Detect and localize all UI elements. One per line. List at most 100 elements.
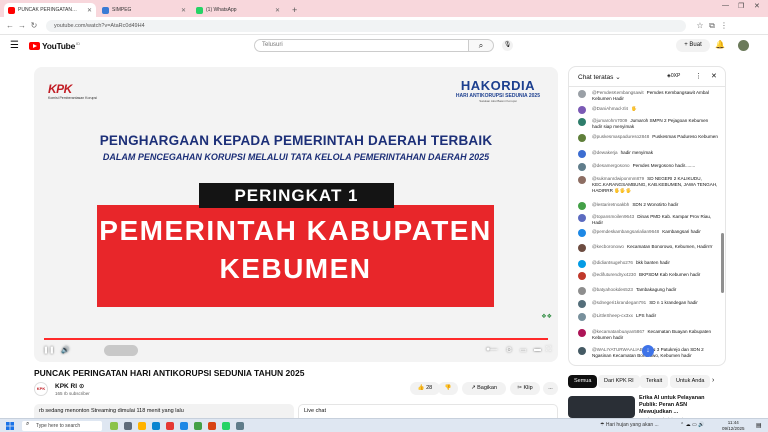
search-input[interactable]: Telusuri [254,39,469,52]
chat-author[interactable]: @sdnegeri1krandegan791 [592,300,646,305]
youtube-logo[interactable]: YouTube ID [29,41,80,51]
more-actions-button[interactable]: ... [543,382,558,395]
hamburger-menu-icon[interactable]: ☰ [10,40,19,51]
weather-widget[interactable]: ☂ Hari hujan yang akan ... [600,422,659,428]
recommended-video-thumbnail[interactable] [568,396,635,418]
chip-for-you[interactable]: Untuk Anda [670,375,711,388]
whatsapp-icon[interactable] [222,422,230,430]
chat-author[interactable]: @DaniAhmad-zl4 [592,106,628,111]
video-player[interactable]: KPK Komisi Pemberantasan Korupsi HAKORDI… [34,67,558,362]
file-explorer-icon[interactable] [138,422,146,430]
like-button[interactable]: 👍 28 [410,382,440,395]
minimize-icon[interactable]: — [722,2,729,9]
close-chat-icon[interactable]: ✕ [711,72,717,80]
chat-author[interactable]: @pemdeskambangsarialian9648 [592,229,659,234]
notifications-bell-icon[interactable]: 🔔 [715,40,725,49]
system-tray-icons[interactable]: ⌃ ☁ ▭ 🔊 [680,422,704,428]
chat-author-avatar[interactable] [578,214,586,222]
create-button[interactable]: + Buat [676,39,710,52]
extensions-icon[interactable]: ⧉ [706,21,718,31]
chat-author-avatar[interactable] [578,272,586,280]
forward-icon[interactable]: → [16,21,28,30]
jump-to-latest-icon[interactable]: ↓ [642,345,654,357]
chat-more-icon[interactable]: ⋮ [695,72,702,80]
browser-tab-youtube[interactable]: PUNCAK PERINGATAN HARI ✕ [4,3,96,17]
theater-mode-icon[interactable]: ▬ [534,346,541,353]
chat-author[interactable]: @kecamatanbuayan5867 [592,329,644,334]
chip-from-channel[interactable]: Dari KPK RI [598,375,640,388]
voice-search-button[interactable]: 🎙 [502,40,513,51]
share-button[interactable]: ↗ Bagikan [462,382,506,395]
chat-author-avatar[interactable] [578,347,586,355]
windows-start-icon[interactable] [6,422,14,430]
chat-author[interactable]: @batyahookdes523 [592,287,633,292]
close-tab-icon[interactable]: ✕ [181,7,186,14]
chat-author-avatar[interactable] [578,260,586,268]
xp-badge[interactable]: ◈0XP [667,73,680,79]
chevron-right-icon[interactable]: › [712,377,714,384]
chat-author-avatar[interactable] [578,244,586,252]
chat-author-avatar[interactable] [578,134,586,142]
chat-author[interactable]: @dewakerja [592,150,618,155]
chat-author[interactable]: @LittleSheep-cx3xx [592,313,633,318]
browser-tab-simpeg[interactable]: SIMPEG ✕ [98,3,190,17]
chat-author-avatar[interactable] [578,150,586,158]
taskbar-search-input[interactable]: Type here to search [22,421,102,431]
excel-icon[interactable] [194,422,202,430]
chat-scrollbar[interactable] [721,233,724,293]
powerpoint-icon[interactable] [208,422,216,430]
edge-icon[interactable] [152,422,160,430]
chat-author-avatar[interactable] [578,118,586,126]
reload-icon[interactable]: ↻ [28,21,40,30]
chat-author[interactable]: @desamergosono [592,163,630,168]
close-tab-icon[interactable]: ✕ [275,7,280,14]
chat-author[interactable]: @PemdesKembangsawit [592,90,644,95]
chat-author[interactable]: @puskesmaspadureso2848 [592,134,649,139]
chat-author-avatar[interactable] [578,163,586,171]
video-progress-bar[interactable] [44,338,548,340]
chat-author-avatar[interactable] [578,176,586,184]
taskbar-clock[interactable]: 11:44 09/12/2025 [722,420,745,432]
chat-author[interactable]: @sukmanrdwiponmm879 [592,176,644,181]
notification-center-icon[interactable]: ▤ [756,422,762,429]
dislike-button[interactable]: 👎 [438,382,458,395]
channel-avatar[interactable]: KPK [34,382,48,396]
fullscreen-icon[interactable]: ⛶ [546,346,551,354]
miniplayer-icon[interactable]: ▭ [520,346,527,354]
chat-author[interactable]: @didiantsugeho276 [592,260,633,265]
autoplay-toggle-icon[interactable]: ●— [486,346,497,353]
chat-mode-selector[interactable]: Chat teratas ⌄ [578,73,621,81]
task-view-icon[interactable] [124,422,132,430]
chip-all[interactable]: Semua [568,375,598,388]
close-window-icon[interactable]: ✕ [754,2,760,10]
live-chat-replay-label[interactable]: Live chat [298,404,558,418]
chat-author-avatar[interactable] [578,106,586,114]
chat-author-avatar[interactable] [578,329,586,337]
live-indicator[interactable] [104,345,138,356]
chat-author[interactable]: @kecboronowo [592,244,624,249]
close-tab-icon[interactable]: ✕ [87,7,92,14]
chat-author-avatar[interactable] [578,202,586,210]
pause-icon[interactable]: ❚❚ [43,346,55,354]
bookmark-star-icon[interactable]: ☆ [694,21,706,30]
word-icon[interactable] [180,422,188,430]
clip-button[interactable]: ✂ Klip [510,382,540,395]
chat-author-avatar[interactable] [578,90,586,98]
user-avatar[interactable] [738,40,749,51]
channel-name[interactable]: KPK RI ⊙ [55,382,84,390]
back-icon[interactable]: ← [4,21,16,30]
chat-author-avatar[interactable] [578,300,586,308]
search-button[interactable]: ⌕ [468,39,494,52]
settings-gear-icon[interactable]: ⚙ [506,346,512,354]
chrome-icon[interactable] [166,422,174,430]
chat-author[interactable]: @topansmoilen9643 [592,214,634,219]
chat-author-avatar[interactable] [578,313,586,321]
chat-author[interactable]: @edifuturendryx4230 [592,272,636,277]
chip-related[interactable]: Terkait [640,375,669,388]
cortana-icon[interactable] [110,422,118,430]
new-tab-icon[interactable]: + [286,3,303,17]
chat-author[interactable]: @jumarohm7009 [592,118,627,123]
app-icon[interactable] [236,422,244,430]
maximize-icon[interactable]: ❐ [738,2,744,10]
volume-icon[interactable]: 🔊 [61,346,70,354]
